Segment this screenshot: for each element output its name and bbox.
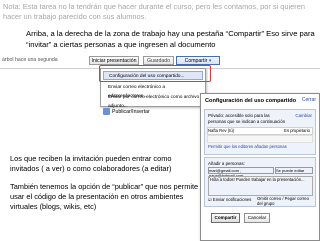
cancel-button[interactable]: Cancelar	[244, 213, 270, 223]
body-paragraph-2: También tenemos la opción de “publicar” …	[10, 181, 199, 212]
instruction-text: Arriba, a la derecha de la zona de traba…	[26, 29, 315, 49]
notify-label: Enviar notificaciones	[212, 197, 252, 202]
start-presentation-button[interactable]: Iniciar presentación	[89, 56, 139, 65]
chevron-down-icon: ▾	[208, 58, 212, 64]
add-people-section: Añadir a personas: mari@gmail.com , paya…	[204, 157, 316, 207]
add-people-label: Añadir a personas:	[208, 161, 245, 166]
highlight-outline	[99, 65, 211, 82]
owner-row: Nafta Rev (tú) Es propietario	[207, 127, 313, 135]
email-field[interactable]: mari@gmail.com , paya@hotmail.com	[208, 167, 274, 178]
permission-select[interactable]: Se puede editar	[275, 167, 313, 174]
editors-add-link[interactable]: Permitir que los editores añadan persona…	[208, 144, 287, 149]
owner-role: Es propietario	[284, 128, 310, 133]
dialog-title: Configuración del uso compartido	[205, 98, 297, 104]
message-field[interactable]: Hola a todos! Pueden trabajar en la pres…	[208, 176, 313, 196]
menu-item-email-collaborators[interactable]: Enviar correo electrónico a editores/lec…	[103, 83, 203, 99]
share-label: Compartir	[184, 58, 208, 64]
share-button[interactable]: Compartir ▾	[176, 56, 220, 65]
owner-name: Nafta Rev (tú)	[208, 128, 235, 133]
note-text: Nota: Esta tarea no la tendrán que hacer…	[3, 2, 305, 21]
menu-item-publish[interactable]: Publicar/Insertar	[103, 108, 150, 117]
private-text: Privado: accesible solo para las persona…	[208, 113, 286, 124]
saved-button[interactable]: Guardado	[143, 56, 174, 65]
menu-item-email-attachment[interactable]: Enviar por correo electrónico como archi…	[103, 93, 203, 109]
notify-checkbox[interactable]: ☑ Enviar notificaciones	[208, 197, 251, 202]
publish-label: Publicar/Insertar	[112, 109, 150, 115]
share-submit-button[interactable]: Compartir	[211, 213, 240, 223]
access-section: Privado: accesible solo para las persona…	[204, 109, 316, 155]
doc-title: árbol hace una segunda	[2, 57, 58, 63]
close-button[interactable]: Cerrar	[302, 97, 316, 103]
empty-row	[207, 135, 313, 143]
globe-icon	[103, 108, 110, 116]
extra-options[interactable]: Omitir correo / Pegar correo del grupo	[257, 196, 315, 206]
share-dialog: Configuración del uso compartido Cerrar …	[200, 93, 320, 241]
body-paragraph-1: Los que reciben la invitación pueden ent…	[10, 154, 172, 174]
explanation-text: Los que reciben la invitación pueden ent…	[10, 154, 200, 219]
change-link[interactable]: Cambiar	[295, 113, 312, 118]
